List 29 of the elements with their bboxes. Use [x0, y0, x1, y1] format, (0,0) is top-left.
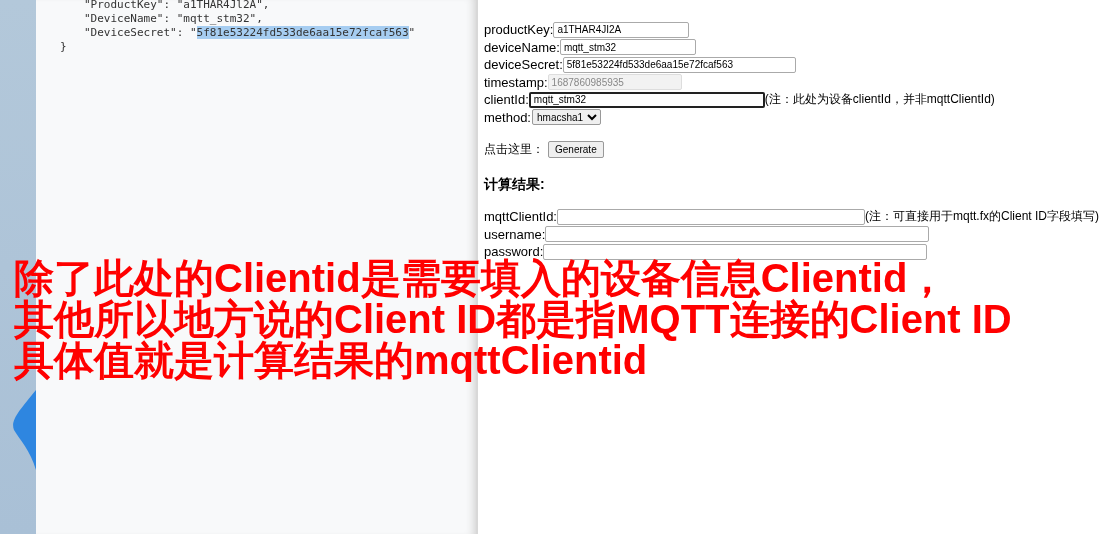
caption-text: 具体值就是计算结果的mqttClientid: [14, 340, 648, 381]
note-text: (注：此处为设备clientId，并非mqttClientId): [764, 91, 995, 109]
input-field[interactable]: a1THAR4JI2A: [553, 21, 690, 38]
input-field[interactable]: [543, 243, 928, 260]
field-label: clientId:: [484, 92, 529, 108]
method-select[interactable]: hmacsha1: [532, 109, 601, 126]
field-label: password:: [484, 244, 544, 260]
code-line: "DeviceSecret": "5f81e53224fd533de6aa15e72fcaf563": [83, 26, 416, 40]
input-field[interactable]: [545, 226, 930, 243]
field-label: productKey:: [484, 22, 554, 38]
code-line: "ProductKey": "a1THAR4Jl2A",: [83, 0, 270, 12]
code-line: "DeviceName": "mqtt_stm32",: [83, 12, 263, 26]
field-label: method:: [484, 109, 531, 125]
input-field[interactable]: mqtt_stm32: [559, 39, 696, 56]
caption-text: 除了此处的Clientid是需要填入的设备信息Clientid，: [14, 258, 948, 299]
section-heading: 计算结果:: [484, 176, 546, 194]
field-label: timestamp:: [484, 74, 548, 90]
field-label: deviceSecret:: [484, 57, 563, 73]
field-label: mqttClientId:: [484, 209, 557, 225]
input-field[interactable]: [557, 208, 865, 225]
caption-text: 其他所以地方说的Client ID都是指MQTT连接的Client ID: [14, 299, 1012, 340]
generate-button[interactable]: Generate: [548, 141, 604, 158]
input-field[interactable]: 5f81e53224fd533de6aa15e72fcaf563: [562, 56, 796, 73]
generate-label: 点击这里：: [484, 141, 544, 158]
code-line: }: [60, 40, 67, 54]
input-field[interactable]: mqtt_stm32: [528, 91, 765, 108]
note-text: (注：可直接用于mqtt.fx的Client ID字段填写): [865, 208, 1099, 226]
field-label: username:: [484, 226, 546, 242]
field-label: deviceName:: [484, 39, 560, 55]
